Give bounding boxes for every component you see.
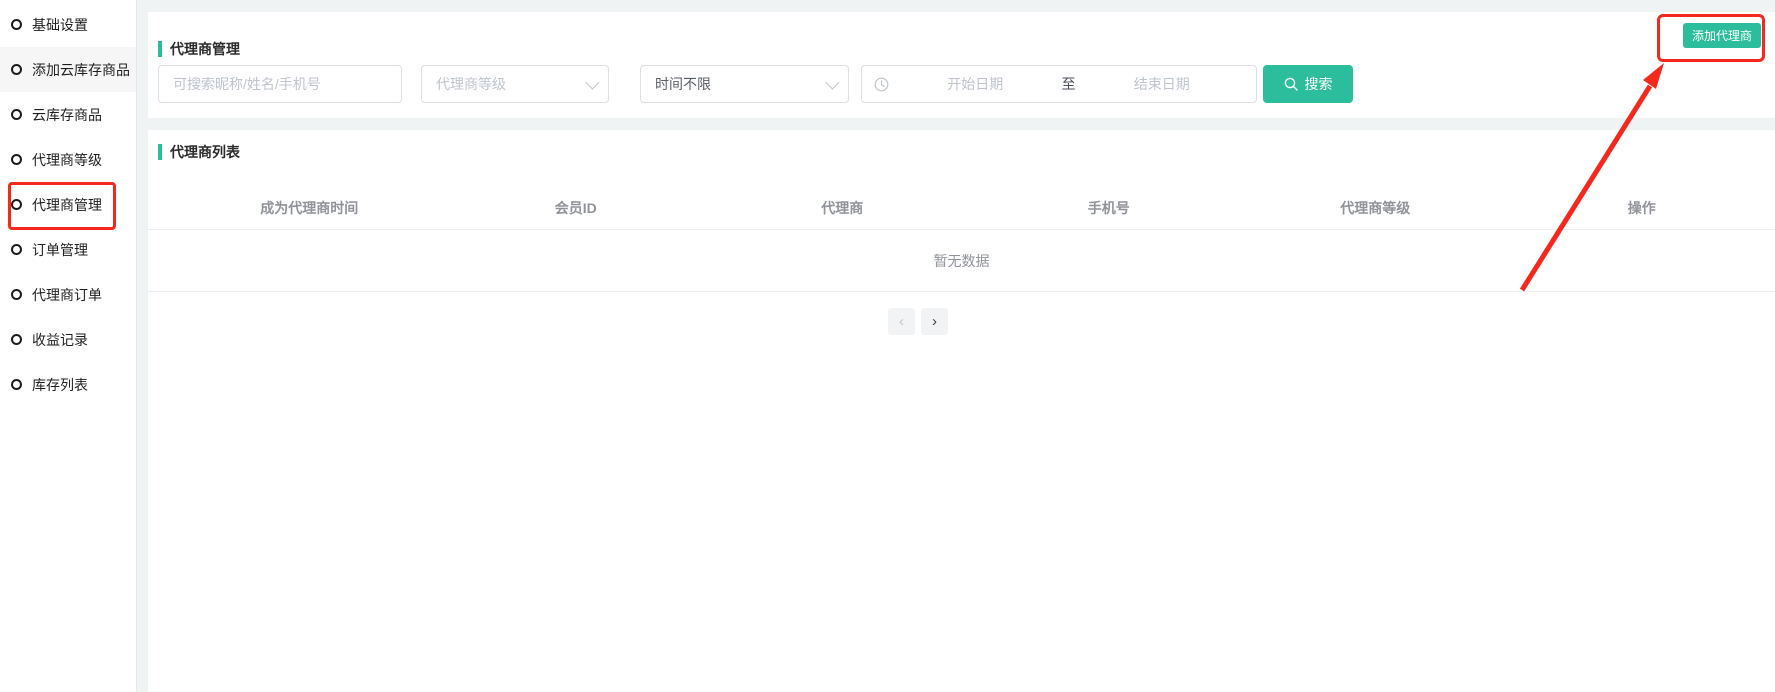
circle-icon — [11, 19, 22, 30]
circle-icon — [11, 199, 22, 210]
column-header-phone: 手机号 — [976, 198, 1243, 218]
clock-icon — [874, 77, 889, 92]
start-date-input[interactable]: 开始日期 — [893, 74, 1058, 94]
sidebar-item-label: 基础设置 — [32, 15, 88, 35]
date-range-separator: 至 — [1062, 74, 1076, 94]
search-icon — [1284, 77, 1298, 91]
pagination: ‹ › — [888, 308, 948, 335]
agent-management-filter-panel: 代理商管理 添加代理商 代理商等级 时间不限 开始日期 至 结束日期 — [148, 12, 1775, 118]
circle-icon — [11, 64, 22, 75]
sidebar-item-label: 代理商管理 — [32, 195, 102, 215]
title-accent-bar — [158, 41, 162, 57]
sidebar-item-label: 添加云库存商品 — [32, 60, 130, 80]
sidebar-item-cloud-stock-product[interactable]: 云库存商品 — [0, 92, 136, 137]
time-range-select-value: 时间不限 — [655, 74, 711, 94]
sidebar-item-agent-management[interactable]: 代理商管理 — [0, 182, 136, 227]
empty-state-text: 暂无数据 — [934, 251, 990, 271]
search-button-label: 搜索 — [1305, 74, 1333, 94]
date-range-picker[interactable]: 开始日期 至 结束日期 — [861, 65, 1257, 103]
circle-icon — [11, 244, 22, 255]
circle-icon — [11, 109, 22, 120]
add-agent-button[interactable]: 添加代理商 — [1683, 23, 1761, 48]
column-header-actions: 操作 — [1509, 198, 1775, 218]
sidebar-item-agent-orders[interactable]: 代理商订单 — [0, 272, 136, 317]
column-header-agent: 代理商 — [709, 198, 976, 218]
sidebar-item-agent-level[interactable]: 代理商等级 — [0, 137, 136, 182]
column-header-become-agent-time: 成为代理商时间 — [176, 198, 443, 218]
sidebar-item-label: 库存列表 — [32, 375, 88, 395]
sidebar-item-label: 代理商等级 — [32, 150, 102, 170]
agent-level-select-placeholder: 代理商等级 — [436, 74, 506, 94]
sidebar-item-label: 订单管理 — [32, 240, 88, 260]
sidebar-item-label: 收益记录 — [32, 330, 88, 350]
sidebar-item-order-management[interactable]: 订单管理 — [0, 227, 136, 272]
circle-icon — [11, 334, 22, 345]
sidebar-item-add-cloud-stock-product[interactable]: 添加云库存商品 — [0, 47, 136, 92]
list-panel-title-text: 代理商列表 — [170, 142, 240, 162]
column-header-member-id: 会员ID — [443, 198, 710, 218]
table-empty-state: 暂无数据 — [148, 230, 1775, 292]
chevron-down-icon — [825, 76, 839, 90]
end-date-input[interactable]: 结束日期 — [1080, 74, 1245, 94]
column-header-agent-level: 代理商等级 — [1242, 198, 1509, 218]
keyword-search-input[interactable] — [159, 66, 401, 102]
chevron-down-icon — [585, 76, 599, 90]
circle-icon — [11, 289, 22, 300]
search-button[interactable]: 搜索 — [1263, 65, 1353, 103]
table-header-row: 成为代理商时间 会员ID 代理商 手机号 代理商等级 操作 — [148, 186, 1775, 230]
title-accent-bar — [158, 144, 162, 160]
circle-icon — [11, 379, 22, 390]
circle-icon — [11, 154, 22, 165]
list-panel-title: 代理商列表 — [158, 142, 240, 162]
sidebar-item-label: 代理商订单 — [32, 285, 102, 305]
panel-title: 代理商管理 — [158, 39, 240, 59]
agent-level-select[interactable]: 代理商等级 — [421, 65, 609, 103]
time-range-select[interactable]: 时间不限 — [640, 65, 849, 103]
pagination-prev-button[interactable]: ‹ — [888, 308, 915, 335]
sidebar-item-stock-list[interactable]: 库存列表 — [0, 362, 136, 407]
agent-management-page: 基础设置 添加云库存商品 云库存商品 代理商等级 代理商管理 订单管理 代理商订… — [0, 0, 1775, 692]
sidebar-item-income-records[interactable]: 收益记录 — [0, 317, 136, 362]
sidebar-item-label: 云库存商品 — [32, 105, 102, 125]
agent-list-panel: 代理商列表 成为代理商时间 会员ID 代理商 手机号 代理商等级 操作 暂无数据… — [148, 130, 1775, 692]
sidebar: 基础设置 添加云库存商品 云库存商品 代理商等级 代理商管理 订单管理 代理商订… — [0, 0, 137, 692]
pagination-next-button[interactable]: › — [921, 308, 948, 335]
panel-title-text: 代理商管理 — [170, 39, 240, 59]
keyword-search-field[interactable] — [158, 65, 402, 103]
sidebar-item-basic-settings[interactable]: 基础设置 — [0, 2, 136, 47]
